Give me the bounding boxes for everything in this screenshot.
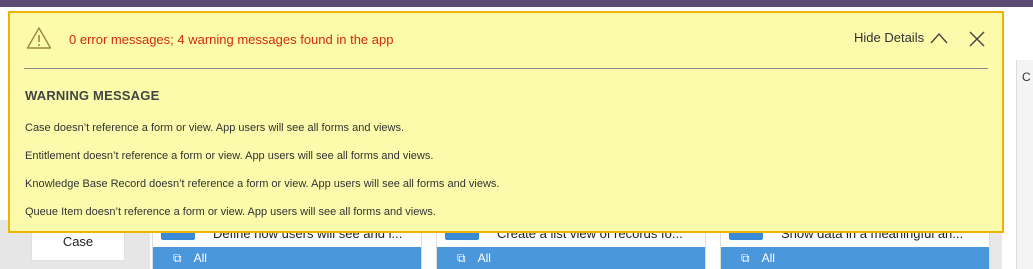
hide-details-button[interactable]: Hide Details: [854, 30, 948, 45]
properties-panel: C: [1016, 60, 1033, 269]
card-filter-label: All: [193, 251, 207, 265]
card-filter-bar[interactable]: ⧉ All: [153, 247, 421, 269]
card-filter-label: All: [761, 251, 775, 265]
card-filter-bar[interactable]: ⧉ All: [437, 247, 705, 269]
warning-list: Case doesn’t reference a form or view. A…: [25, 121, 499, 233]
warning-triangle-icon: [26, 27, 52, 49]
copy-icon: ⧉: [457, 250, 466, 265]
close-icon[interactable]: [968, 30, 986, 48]
notification-header: 0 error messages; 4 warning messages fou…: [10, 13, 1002, 67]
chevron-up-icon: [930, 32, 948, 43]
app-checker-notification: 0 error messages; 4 warning messages fou…: [8, 11, 1004, 233]
panel-header-letter: C: [1022, 70, 1031, 84]
card-filter-bar[interactable]: ⧉ All: [721, 247, 989, 269]
notification-divider: [24, 68, 988, 69]
copy-icon: ⧉: [741, 250, 750, 265]
warning-item: Entitlement doesn’t reference a form or …: [25, 150, 434, 162]
hide-details-label: Hide Details: [854, 30, 925, 45]
warning-item: Case doesn’t reference a form or view. A…: [25, 122, 405, 134]
copy-icon: ⧉: [173, 250, 182, 265]
app-header-strip: [0, 0, 1033, 7]
warning-item: Queue Item doesn’t reference a form or v…: [25, 206, 436, 218]
card-filter-label: All: [477, 251, 491, 265]
warning-section-title: WARNING MESSAGE: [25, 88, 160, 103]
warning-item: Knowledge Base Record doesn’t reference …: [25, 178, 500, 190]
notification-summary: 0 error messages; 4 warning messages fou…: [69, 32, 394, 47]
